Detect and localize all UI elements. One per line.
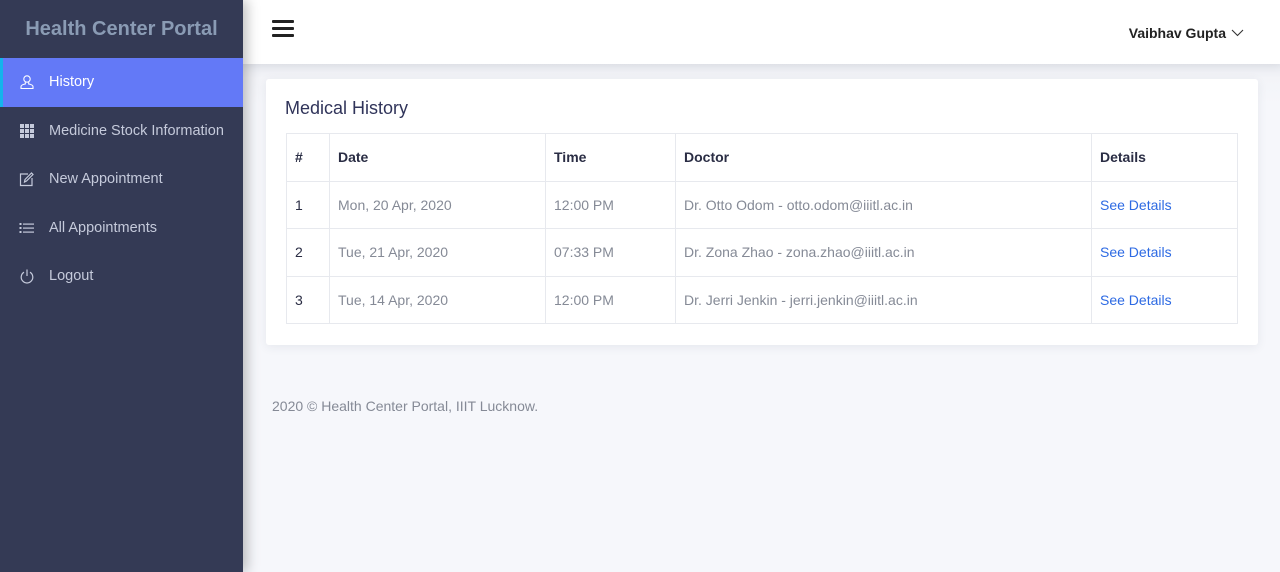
row-doctor: Dr. Otto Odom - otto.odom@iiitl.ac.in bbox=[675, 180, 1092, 229]
footer-text: 2020 © Health Center Portal, IIIT Luckno… bbox=[272, 398, 539, 414]
brand-title: Health Center Portal bbox=[25, 17, 218, 40]
see-details-link[interactable]: See Details bbox=[1100, 292, 1172, 308]
column-header-details: Details bbox=[1091, 133, 1238, 182]
row-details-cell: See Details bbox=[1091, 180, 1238, 229]
table-header-row: # Date Time Doctor Details bbox=[286, 133, 1238, 182]
sidebar-item-label: New Appointment bbox=[49, 171, 163, 188]
edit-icon bbox=[19, 171, 35, 187]
sidebar-item-history[interactable]: History bbox=[0, 58, 243, 107]
sidebar-item-all-appointments[interactable]: All Appointments bbox=[0, 204, 243, 253]
column-header-date: Date bbox=[329, 133, 546, 182]
table-row: 1 Mon, 20 Apr, 2020 12:00 PM Dr. Otto Od… bbox=[286, 180, 1238, 229]
see-details-link[interactable]: See Details bbox=[1100, 244, 1172, 260]
row-doctor: Dr. Jerri Jenkin - jerri.jenkin@iiitl.ac… bbox=[675, 275, 1092, 324]
medical-history-table: # Date Time Doctor Details 1 Mon, 20 Apr… bbox=[286, 133, 1238, 324]
user-name: Vaibhav Gupta bbox=[1128, 25, 1226, 41]
user-icon bbox=[19, 74, 35, 90]
user-menu[interactable]: Vaibhav Gupta bbox=[1129, 25, 1244, 41]
row-number: 2 bbox=[286, 228, 330, 277]
hamburger-icon[interactable] bbox=[272, 20, 294, 38]
row-number: 1 bbox=[286, 180, 330, 229]
table-row: 3 Tue, 14 Apr, 2020 12:00 PM Dr. Jerri J… bbox=[286, 275, 1238, 324]
row-time: 12:00 PM bbox=[545, 275, 676, 324]
row-date: Tue, 21 Apr, 2020 bbox=[329, 228, 546, 277]
sidebar-item-new-appointment[interactable]: New Appointment bbox=[0, 155, 243, 204]
row-number: 3 bbox=[286, 275, 330, 324]
power-icon bbox=[19, 268, 35, 284]
row-date: Mon, 20 Apr, 2020 bbox=[329, 180, 546, 229]
see-details-link[interactable]: See Details bbox=[1100, 197, 1172, 213]
row-details-cell: See Details bbox=[1091, 228, 1238, 277]
sidebar-item-label: History bbox=[49, 74, 95, 91]
medical-history-card: Medical History # Date Time Doctor Detai… bbox=[266, 79, 1258, 345]
sidebar-item-label: Logout bbox=[49, 268, 94, 285]
table-row: 2 Tue, 21 Apr, 2020 07:33 PM Dr. Zona Zh… bbox=[286, 228, 1238, 277]
row-time: 07:33 PM bbox=[545, 228, 676, 277]
column-header-time: Time bbox=[545, 133, 676, 182]
grid-icon bbox=[19, 123, 35, 139]
sidebar-item-label: Medicine Stock Information bbox=[49, 122, 224, 139]
sidebar: Health Center Portal History Medicine St… bbox=[0, 0, 243, 572]
column-header-number: # bbox=[286, 133, 330, 182]
row-time: 12:00 PM bbox=[545, 180, 676, 229]
top-navbar: Vaibhav Gupta bbox=[243, 0, 1280, 64]
sidebar-item-logout[interactable]: Logout bbox=[0, 252, 243, 301]
card-title: Medical History bbox=[285, 98, 409, 118]
row-date: Tue, 14 Apr, 2020 bbox=[329, 275, 546, 324]
row-doctor: Dr. Zona Zhao - zona.zhao@iiitl.ac.in bbox=[675, 228, 1092, 277]
sidebar-item-medicine-stock[interactable]: Medicine Stock Information bbox=[0, 107, 243, 156]
chevron-down-icon bbox=[1231, 29, 1244, 37]
list-icon bbox=[19, 220, 35, 236]
sidebar-item-label: All Appointments bbox=[49, 219, 158, 236]
column-header-doctor: Doctor bbox=[675, 133, 1092, 182]
row-details-cell: See Details bbox=[1091, 275, 1238, 324]
